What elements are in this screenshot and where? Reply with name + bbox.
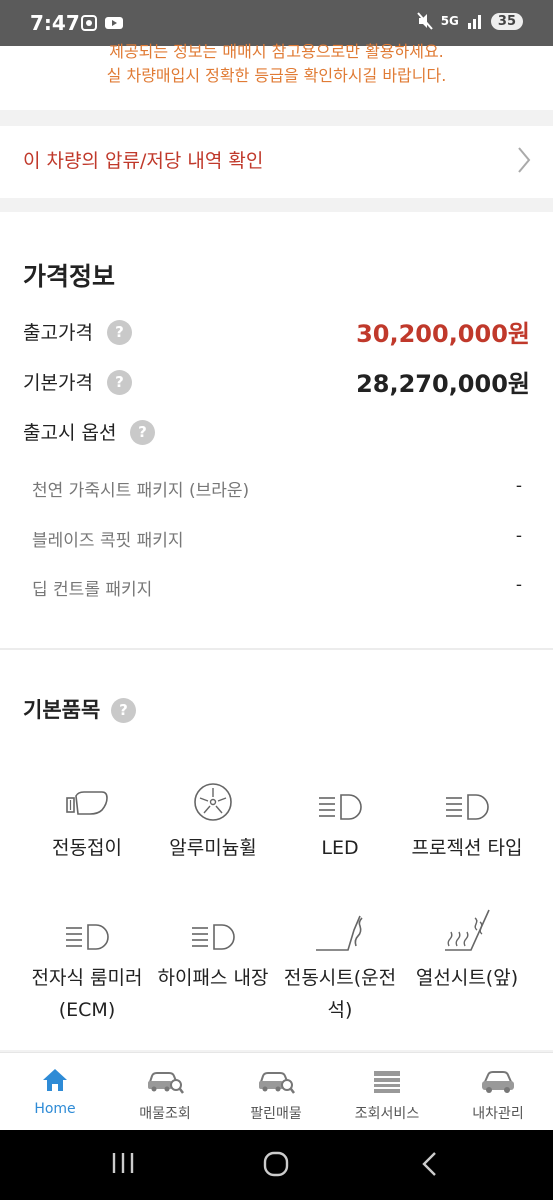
battery-indicator: 35 [490, 12, 523, 30]
help-icon[interactable]: ? [107, 370, 132, 395]
feature-label: 전동시트(운전 석) [283, 967, 397, 1021]
feature-item: 알루미늄휠 [148, 774, 278, 864]
notice-line-1: 제공되는 정보는 매매시 참고용으로만 활용하세요. [109, 42, 444, 61]
car-icon [482, 1071, 514, 1093]
car-search-icon [148, 1072, 184, 1094]
headlight-icon [192, 924, 235, 950]
basic-items-section: 기본품목 ? 전동접이 알루미늄휠 LED 프로젝션 타입 전자식 룸미러 (E… [0, 650, 553, 1050]
notice-banner: 제공되는 정보는 매매시 참고용으로만 활용하세요. 실 차량매입시 정확한 등… [0, 42, 553, 110]
tab-lookup-service[interactable]: 조회서비스 [332, 1067, 442, 1123]
feature-item: 전동시트(운전 석) [275, 904, 405, 1026]
tab-home[interactable]: Home [0, 1067, 110, 1117]
feature-label: 열선시트(앞) [415, 967, 519, 989]
heated-seat-icon [445, 909, 490, 951]
price-info-section: 가격정보 출고가격 ? 30,200,000원 기본가격 ? 28,270,00… [0, 212, 553, 648]
back-icon[interactable] [420, 1150, 440, 1178]
headlight-icon [66, 924, 109, 950]
feature-label: 전자식 룸미러 (ECM) [31, 967, 143, 1021]
option-name: 블레이즈 콕핏 패키지 [32, 531, 184, 551]
youtube-icon [105, 17, 123, 29]
tab-sold-listings[interactable]: 팔린매물 [221, 1067, 331, 1123]
option-name: 천연 가죽시트 패키지 (브라운) [32, 481, 250, 501]
feature-item: 전자식 룸미러 (ECM) [22, 904, 152, 1026]
release-price-value: 30,200,000원 [356, 320, 530, 348]
status-time: 7:47 [30, 11, 80, 35]
price-info-title: 가격정보 [23, 262, 116, 291]
feature-label: 프로젝션 타입 [411, 837, 523, 859]
feature-item: LED [275, 774, 405, 864]
feature-label: 하이패스 내장 [157, 967, 269, 989]
signal-icon [467, 15, 481, 29]
mute-icon [416, 12, 433, 30]
option-name: 딥 컨트롤 패키지 [32, 580, 153, 600]
base-price-label: 기본가격 [23, 372, 93, 394]
option-price: - [515, 526, 522, 546]
tab-label: 팔린매물 [250, 1106, 302, 1122]
basic-items-title: 기본품목 [23, 698, 101, 722]
feature-item: 프로젝션 타입 [402, 774, 532, 864]
bottom-tab-bar: Home 매물조회 팔린매물 조회서비스 내차관리 [0, 1052, 553, 1130]
lien-check-row[interactable]: 이 차량의 압류/저당 내역 확인 [0, 126, 553, 198]
feature-item: 전동접이 [22, 774, 152, 864]
tab-label: 조회서비스 [354, 1106, 420, 1122]
options-label: 출고시 옵션 [23, 422, 117, 444]
release-price-label: 출고가격 [23, 322, 93, 344]
network-label: 5G [440, 14, 459, 28]
list-icon [374, 1071, 400, 1093]
home-icon [43, 1069, 67, 1091]
chevron-right-icon [518, 147, 531, 173]
option-price: - [515, 575, 522, 595]
option-item: 천연 가죽시트 패키지 (브라운) - [32, 476, 522, 501]
tab-label: Home [34, 1101, 76, 1117]
tab-my-car[interactable]: 내차관리 [443, 1067, 553, 1123]
lien-check-label: 이 차량의 압류/저당 내역 확인 [23, 150, 264, 172]
tab-listing-search[interactable]: 매물조회 [110, 1067, 220, 1123]
headlight-icon [446, 794, 489, 820]
power-seat-icon [316, 915, 363, 951]
recent-apps-icon[interactable] [110, 1150, 136, 1176]
help-icon[interactable]: ? [111, 698, 136, 723]
side-mirror-icon [66, 791, 108, 815]
car-search-icon [259, 1072, 295, 1094]
option-item: 딥 컨트롤 패키지 - [32, 575, 522, 600]
feature-label: 전동접이 [52, 837, 122, 859]
home-button-icon[interactable] [262, 1150, 290, 1178]
option-item: 블레이즈 콕핏 패키지 - [32, 526, 522, 551]
help-icon[interactable]: ? [130, 420, 155, 445]
feature-label: LED [321, 837, 359, 859]
notice-line-2: 실 차량매입시 정확한 등급을 확인하시길 바랍니다. [106, 66, 447, 85]
feature-item: 하이패스 내장 [148, 904, 278, 994]
tab-label: 내차관리 [472, 1106, 524, 1122]
feature-item: 열선시트(앞) [402, 904, 532, 994]
tab-label: 매물조회 [139, 1106, 191, 1122]
option-price: - [515, 476, 522, 496]
system-nav-bar [0, 1130, 553, 1200]
base-price-value: 28,270,000원 [356, 370, 530, 398]
screenshot-icon [81, 15, 97, 31]
help-icon[interactable]: ? [107, 320, 132, 345]
alloy-wheel-icon [194, 783, 232, 821]
feature-label: 알루미늄휠 [169, 837, 257, 859]
headlight-icon [319, 794, 362, 820]
